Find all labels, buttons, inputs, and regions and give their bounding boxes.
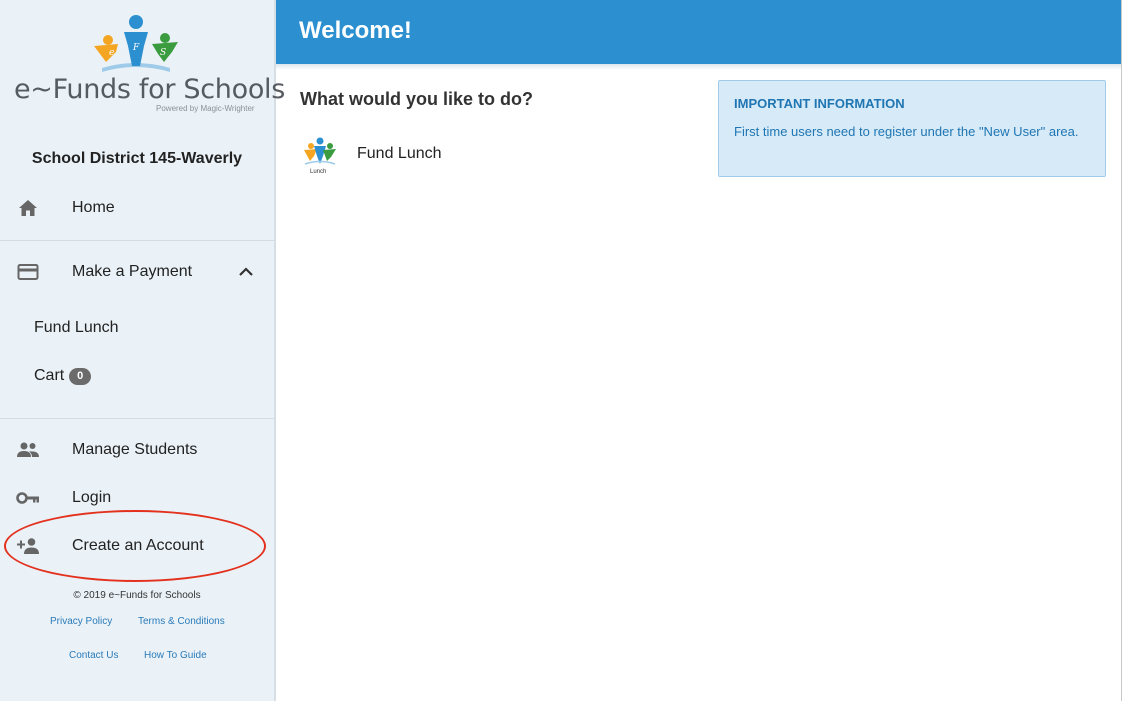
page-title: Welcome! [299,17,412,44]
people-icon [16,438,40,462]
fund-lunch-option[interactable]: Lunch Fund Lunch [298,136,498,176]
logo-text: e~Funds for Schools [14,74,286,105]
cart-count-badge: 0 [69,367,92,385]
nav-divider [0,240,274,241]
page-header: Welcome! [276,0,1121,64]
nav-cart-label: Cart [34,367,65,384]
lunch-fund-icon: Lunch [304,137,336,175]
action-prompt: What would you like to do? [300,89,533,109]
nav-manage-students-label: Manage Students [72,441,198,458]
copyright-text: © 2019 e~Funds for Schools [73,590,201,601]
logo-figure-icon: e F S [94,15,178,72]
nav-login[interactable]: Login [0,478,274,518]
svg-text:F: F [132,43,140,53]
sidebar: e F S e~Funds for Schools Powered by Mag… [0,0,285,701]
home-icon [16,196,40,220]
nav-create-account[interactable]: Create an Account [0,526,274,566]
nav-make-payment-label: Make a Payment [72,263,193,280]
header-shadow [276,64,1121,70]
how-to-guide-link[interactable]: How To Guide [144,650,207,661]
chevron-up-icon[interactable] [236,262,256,282]
nav-create-account-label: Create an Account [72,537,204,554]
logo-subtitle: Powered by Magic-Wrighter [156,104,255,113]
svg-text:e: e [109,48,114,58]
svg-text:S: S [160,48,166,58]
key-icon [16,486,40,510]
nav-home-label: Home [72,199,115,216]
info-text: First time users need to register under … [734,124,1079,139]
nav-fund-lunch-label: Fund Lunch [34,319,119,336]
fund-lunch-label: Fund Lunch [357,145,442,162]
district-name: School District 145-Waverly [31,150,243,167]
efunds-logo[interactable]: e F S e~Funds for Schools Powered by Mag… [0,0,285,120]
person-add-icon [16,534,40,558]
terms-conditions-link[interactable]: Terms & Conditions [138,616,225,627]
contact-us-link[interactable]: Contact Us [69,650,118,661]
nav-make-payment[interactable]: Make a Payment [0,252,274,292]
credit-card-icon [16,260,40,284]
nav-divider [0,418,274,419]
nav-cart[interactable]: Cart 0 [34,367,92,385]
nav-fund-lunch[interactable]: Fund Lunch [34,319,119,337]
nav-login-label: Login [72,489,112,506]
nav-home[interactable]: Home [0,188,274,228]
important-info-box: IMPORTANT INFORMATION First time users n… [718,80,1106,177]
info-title: IMPORTANT INFORMATION [734,96,905,111]
svg-text:Lunch: Lunch [310,169,326,175]
main-content: Welcome! What would you like to do? Lunc… [276,0,1122,701]
nav-manage-students[interactable]: Manage Students [0,430,274,470]
privacy-policy-link[interactable]: Privacy Policy [50,616,112,627]
